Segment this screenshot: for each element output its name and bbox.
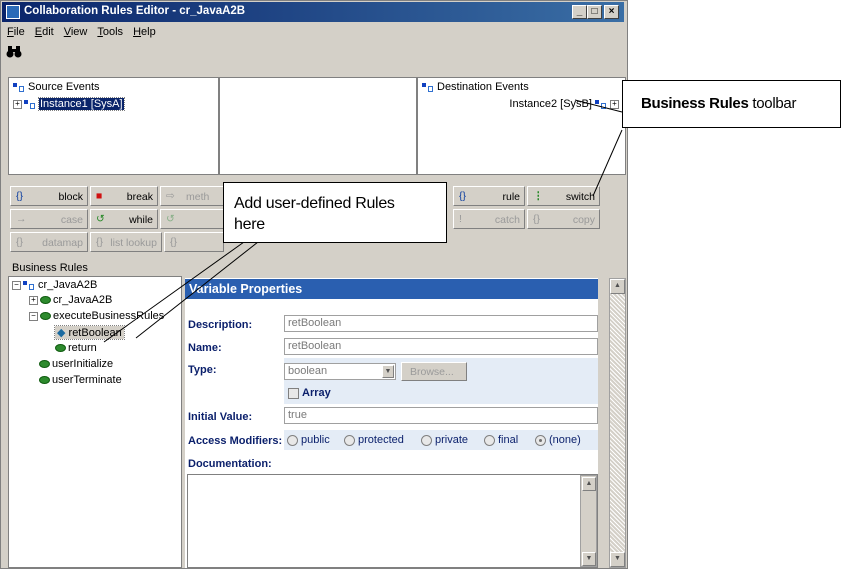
business-rules-toolbar-callout: Business Rules toolbar — [622, 80, 841, 128]
add-rules-callout: Add user-defined Rules here — [223, 182, 447, 243]
